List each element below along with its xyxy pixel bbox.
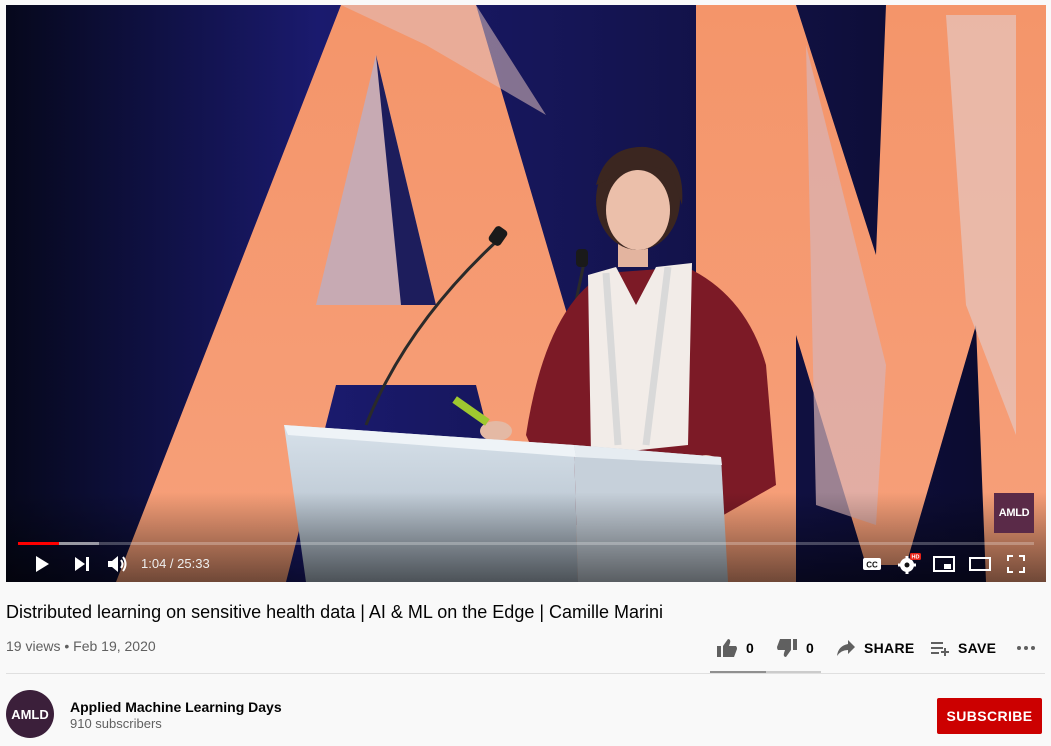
settings-button[interactable]: HD <box>895 550 923 578</box>
settings-hd-icon: HD <box>898 553 921 574</box>
video-meta: 19 views • Feb 19, 2020 <box>6 638 156 654</box>
thumbs-down-icon <box>777 639 797 657</box>
share-button[interactable]: SHARE <box>836 637 915 659</box>
view-count: 19 views <box>6 638 61 654</box>
divider <box>6 673 1045 674</box>
play-button[interactable] <box>28 550 56 578</box>
like-count: 0 <box>746 640 755 656</box>
more-horizontal-icon <box>1017 646 1035 650</box>
subscribe-button[interactable]: SUBSCRIBE <box>937 698 1042 734</box>
dislike-count: 0 <box>806 640 815 656</box>
add-to-playlist-icon <box>931 642 949 656</box>
progress-bar[interactable] <box>18 542 1034 545</box>
volume-button[interactable] <box>104 550 132 578</box>
svg-text:CC: CC <box>866 561 878 570</box>
save-label: SAVE <box>958 640 997 656</box>
channel-name[interactable]: Applied Machine Learning Days <box>70 699 282 715</box>
meta-separator: • <box>64 638 70 654</box>
more-actions-button[interactable] <box>1016 637 1036 659</box>
subscriber-count: 910 subscribers <box>70 716 162 731</box>
publish-date: Feb 19, 2020 <box>73 638 156 654</box>
like-button[interactable]: 0 <box>716 637 754 659</box>
next-button[interactable] <box>68 550 96 578</box>
play-icon <box>36 556 49 572</box>
miniplayer-button[interactable] <box>931 550 957 578</box>
video-actions: 0 0 SHARE SAVE <box>716 637 1046 659</box>
share-icon <box>837 640 855 656</box>
captions-icon: CC <box>863 558 881 570</box>
thumbs-up-icon <box>717 639 737 657</box>
miniplayer-icon <box>933 556 955 572</box>
fullscreen-icon <box>1007 555 1025 573</box>
channel-avatar[interactable]: AMLD <box>6 690 54 738</box>
share-label: SHARE <box>864 640 915 656</box>
dislike-button[interactable]: 0 <box>776 637 814 659</box>
captions-button[interactable]: CC <box>859 550 885 578</box>
video-player[interactable]: AMLD 1:04 / 25:33 CC HD <box>6 5 1046 582</box>
hd-badge: HD <box>912 555 920 561</box>
progress-played <box>18 542 59 545</box>
next-icon <box>75 557 89 571</box>
time-display: 1:04 / 25:33 <box>141 556 210 571</box>
volume-icon <box>108 556 127 572</box>
save-button[interactable]: SAVE <box>930 637 996 659</box>
video-title: Distributed learning on sensitive health… <box>6 602 664 622</box>
theater-icon <box>969 557 991 571</box>
fullscreen-button[interactable] <box>1003 550 1029 578</box>
theater-mode-button[interactable] <box>967 550 993 578</box>
channel-watermark[interactable]: AMLD <box>994 493 1034 533</box>
